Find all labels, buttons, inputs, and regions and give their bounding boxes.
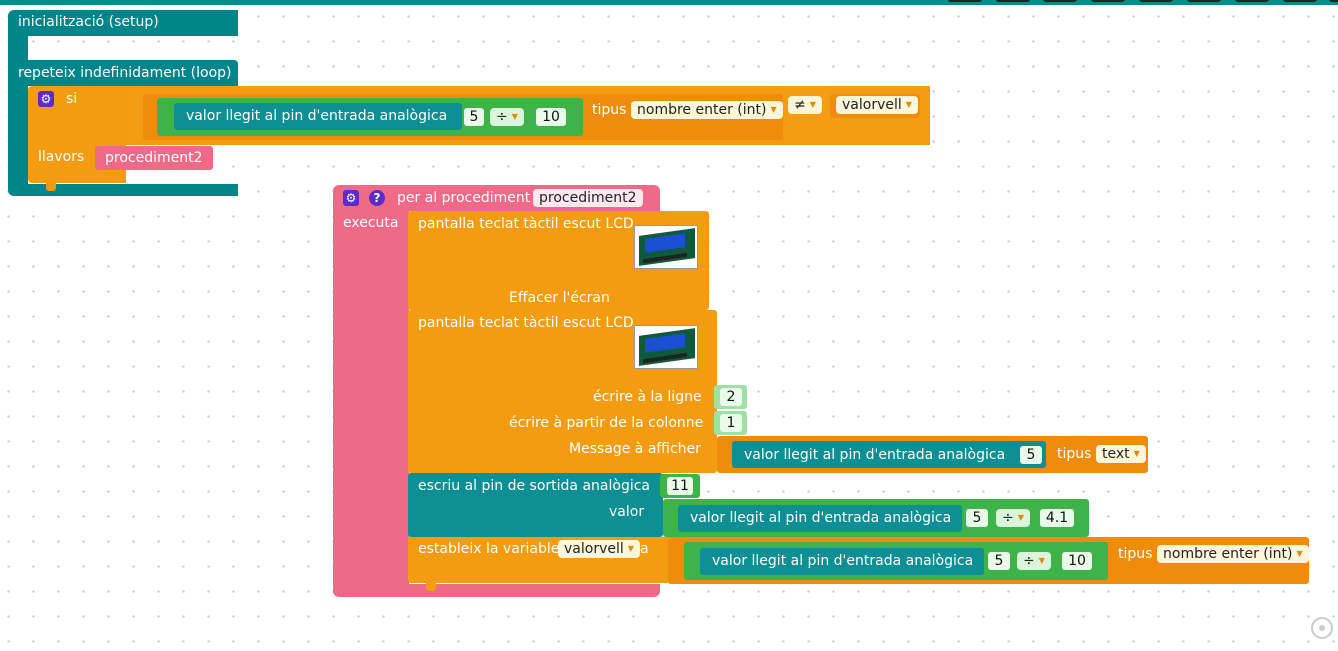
lcd-shield-image (634, 225, 698, 269)
to-label: a (640, 541, 649, 557)
message-label: Message à afficher (569, 441, 701, 457)
operator-dropdown[interactable]: ÷ ▼ (1017, 552, 1051, 570)
analog-write-label: escriu al pin de sortida analògica (418, 478, 650, 494)
toolbar-button[interactable] (1091, 0, 1125, 2)
procedure-header-label: per al procediment (397, 190, 531, 206)
lcd-shield-image (634, 325, 698, 369)
then-label: llavors (38, 149, 85, 165)
toolbar-button[interactable] (1139, 0, 1173, 2)
variable-dropdown[interactable]: valorvell ▼ (836, 96, 918, 114)
type-dropdown[interactable]: nombre enter (int) ▼ (631, 101, 783, 119)
toolbar-button[interactable] (1043, 0, 1077, 2)
operator-dropdown[interactable]: ÷ ▼ (996, 509, 1030, 527)
analog-read-label: valor llegit al pin d'entrada analògica (744, 447, 1006, 463)
dropdown-arrow-icon: ▼ (1133, 449, 1140, 458)
compare-operator-dropdown[interactable]: ≠ ▼ (788, 96, 822, 114)
divisor-input[interactable]: 10 (1062, 552, 1092, 570)
dropdown-arrow-icon: ▼ (627, 544, 634, 553)
set-variable-label: estableix la variable (418, 541, 560, 557)
if-label: si (66, 91, 78, 107)
analog-read-label: valor llegit al pin d'entrada analògica (186, 108, 448, 124)
type-dropdown[interactable]: nombre enter (int) ▼ (1157, 545, 1309, 563)
pin-input[interactable]: 5 (464, 108, 484, 126)
dropdown-arrow-icon: ▼ (1038, 556, 1045, 565)
toolbar-button[interactable] (948, 0, 982, 2)
dropdown-arrow-icon: ▼ (1017, 513, 1024, 522)
type-label: tipus (1118, 546, 1153, 562)
toolbar-button[interactable] (1329, 0, 1338, 2)
analog-read-label: valor llegit al pin d'entrada analògica (690, 510, 952, 526)
variable-dropdown[interactable]: valorvell ▼ (558, 540, 640, 558)
toolbar-button[interactable] (996, 0, 1030, 2)
dropdown-arrow-icon: ▼ (809, 100, 816, 109)
call-procedure-label: procediment2 (105, 150, 203, 166)
line-input[interactable]: 2 (720, 388, 742, 406)
type-dropdown[interactable]: text ▼ (1096, 445, 1146, 463)
pin-input[interactable]: 5 (1020, 446, 1042, 464)
divisor-input[interactable]: 4.1 (1040, 509, 1074, 527)
dropdown-arrow-icon: ▼ (1296, 549, 1303, 558)
column-label: écrire à partir de la colonne (509, 415, 704, 431)
gear-icon[interactable]: ⚙ (343, 190, 359, 206)
lcd-clear-label: pantalla teclat tàctil escut LCD (418, 216, 634, 232)
pin-input[interactable]: 5 (966, 509, 988, 527)
lcd-print-label: pantalla teclat tàctil escut LCD (418, 315, 634, 331)
procedure-name-field[interactable]: procediment2 (533, 189, 643, 207)
analog-read-label: valor llegit al pin d'entrada analògica (712, 553, 974, 569)
toolbar-button[interactable] (1283, 0, 1317, 2)
operator-dropdown[interactable]: ÷ ▼ (490, 108, 524, 126)
toolbar-button[interactable] (1187, 0, 1221, 2)
dropdown-arrow-icon: ▼ (511, 112, 518, 121)
gear-icon[interactable]: ⚙ (38, 91, 54, 107)
dropdown-arrow-icon: ▼ (905, 100, 912, 109)
type-label: tipus (592, 102, 627, 118)
lcd-clear-action: Effacer l'écran (509, 290, 610, 306)
dropdown-arrow-icon: ▼ (770, 105, 777, 114)
line-label: écrire à la ligne (593, 389, 702, 405)
help-icon[interactable]: ? (369, 190, 385, 206)
loop-label: repeteix indefinidament (loop) (18, 65, 232, 81)
value-label: valor (609, 504, 645, 520)
type-label: tipus (1057, 446, 1092, 462)
setup-label: inicialització (setup) (18, 14, 159, 30)
divisor-input[interactable]: 10 (536, 108, 566, 126)
column-input[interactable]: 1 (720, 414, 742, 432)
top-toolbar-edge (0, 0, 1338, 5)
recenter-icon[interactable] (1311, 617, 1333, 639)
write-pin-input[interactable]: 11 (667, 477, 693, 495)
toolbar-button[interactable] (1235, 0, 1269, 2)
pin-input[interactable]: 5 (988, 552, 1010, 570)
do-label: executa (343, 215, 399, 231)
